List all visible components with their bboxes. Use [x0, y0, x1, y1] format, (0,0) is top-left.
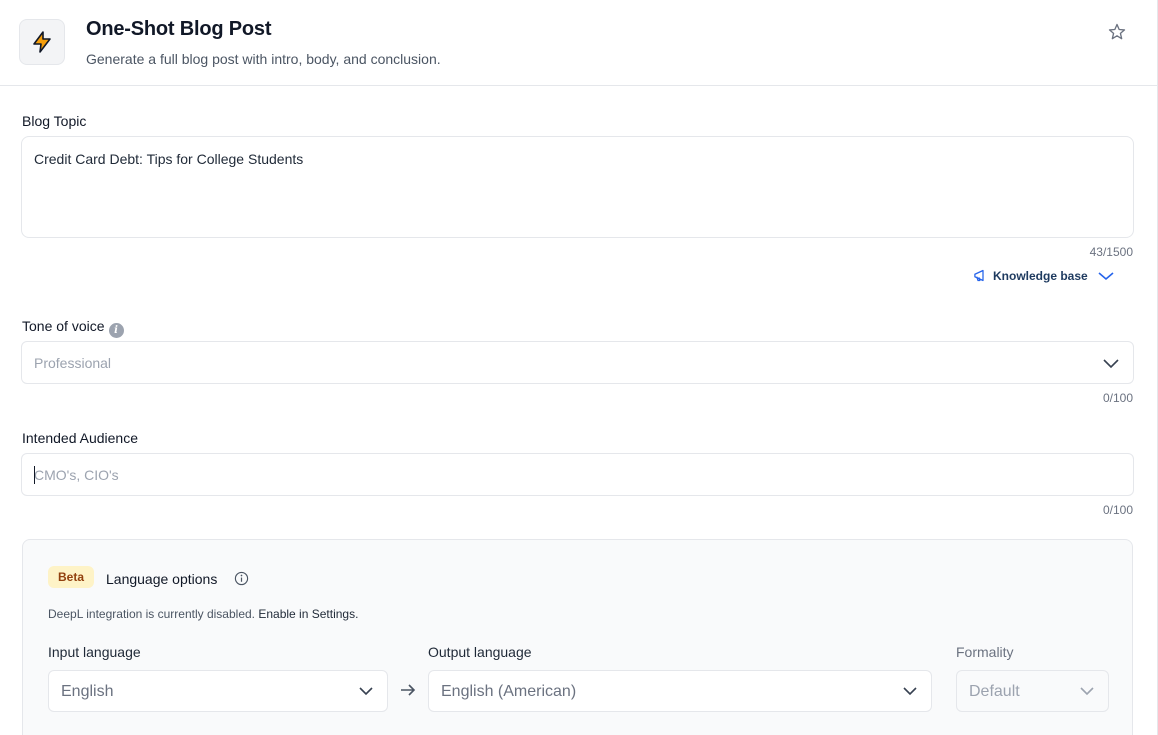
favorite-button[interactable] [1107, 22, 1127, 42]
knowledge-base-toggle[interactable]: Knowledge base [973, 268, 1115, 283]
deepl-notice-text: DeepL integration is currently disabled. [48, 607, 256, 621]
audience-counter: 0/100 [1102, 503, 1133, 517]
blog-topic-counter: 43/1500 [1089, 245, 1133, 259]
page-header: One-Shot Blog Post Generate a full blog … [0, 0, 1157, 86]
output-language-select[interactable]: English (American) [428, 670, 932, 712]
arrow-right-icon [401, 684, 416, 696]
text-caret [34, 466, 35, 484]
chevron-down-icon [359, 687, 373, 696]
output-language-label: Output language [428, 644, 532, 660]
input-language-select[interactable]: English [48, 670, 388, 712]
tone-label: Tone of voice i [22, 318, 124, 338]
chevron-down-icon [1080, 687, 1094, 696]
app-icon-box [19, 19, 65, 65]
input-language-label: Input language [48, 644, 141, 660]
language-options-panel: Beta Language options DeepL integration … [22, 539, 1133, 735]
audience-input[interactable]: CMO's, CIO's [21, 453, 1134, 496]
chevron-down-icon [1098, 271, 1114, 280]
formality-label: Formality [956, 644, 1014, 660]
tone-select-value: Professional [34, 355, 112, 371]
language-options-title: Language options [106, 571, 218, 587]
info-circle-icon[interactable] [234, 571, 249, 586]
blog-topic-textarea[interactable]: Credit Card Debt: Tips for College Stude… [21, 136, 1134, 238]
chevron-down-icon [903, 687, 917, 696]
formality-value: Default [969, 683, 1020, 700]
blog-topic-label: Blog Topic [22, 113, 87, 129]
tone-select[interactable]: Professional [21, 341, 1134, 384]
audience-placeholder: CMO's, CIO's [34, 467, 119, 483]
knowledge-base-label: Knowledge base [993, 268, 1088, 283]
input-language-value: English [61, 683, 114, 700]
page-subtitle: Generate a full blog post with intro, bo… [86, 51, 441, 67]
deepl-notice: DeepL integration is currently disabled.… [48, 607, 358, 621]
formality-select[interactable]: Default [956, 670, 1109, 712]
lightning-bolt-icon [33, 31, 51, 53]
audience-label: Intended Audience [22, 430, 138, 446]
page-title: One-Shot Blog Post [86, 18, 272, 40]
info-icon[interactable]: i [108, 323, 124, 338]
tone-counter: 0/100 [1102, 391, 1133, 405]
enable-in-settings-link[interactable]: Enable in Settings. [258, 607, 358, 621]
chevron-down-icon [1103, 359, 1119, 369]
tone-label-text: Tone of voice [22, 318, 105, 334]
beta-badge: Beta [48, 566, 95, 588]
star-icon [1108, 23, 1126, 40]
output-language-value: English (American) [441, 683, 577, 700]
megaphone-icon [974, 269, 984, 282]
